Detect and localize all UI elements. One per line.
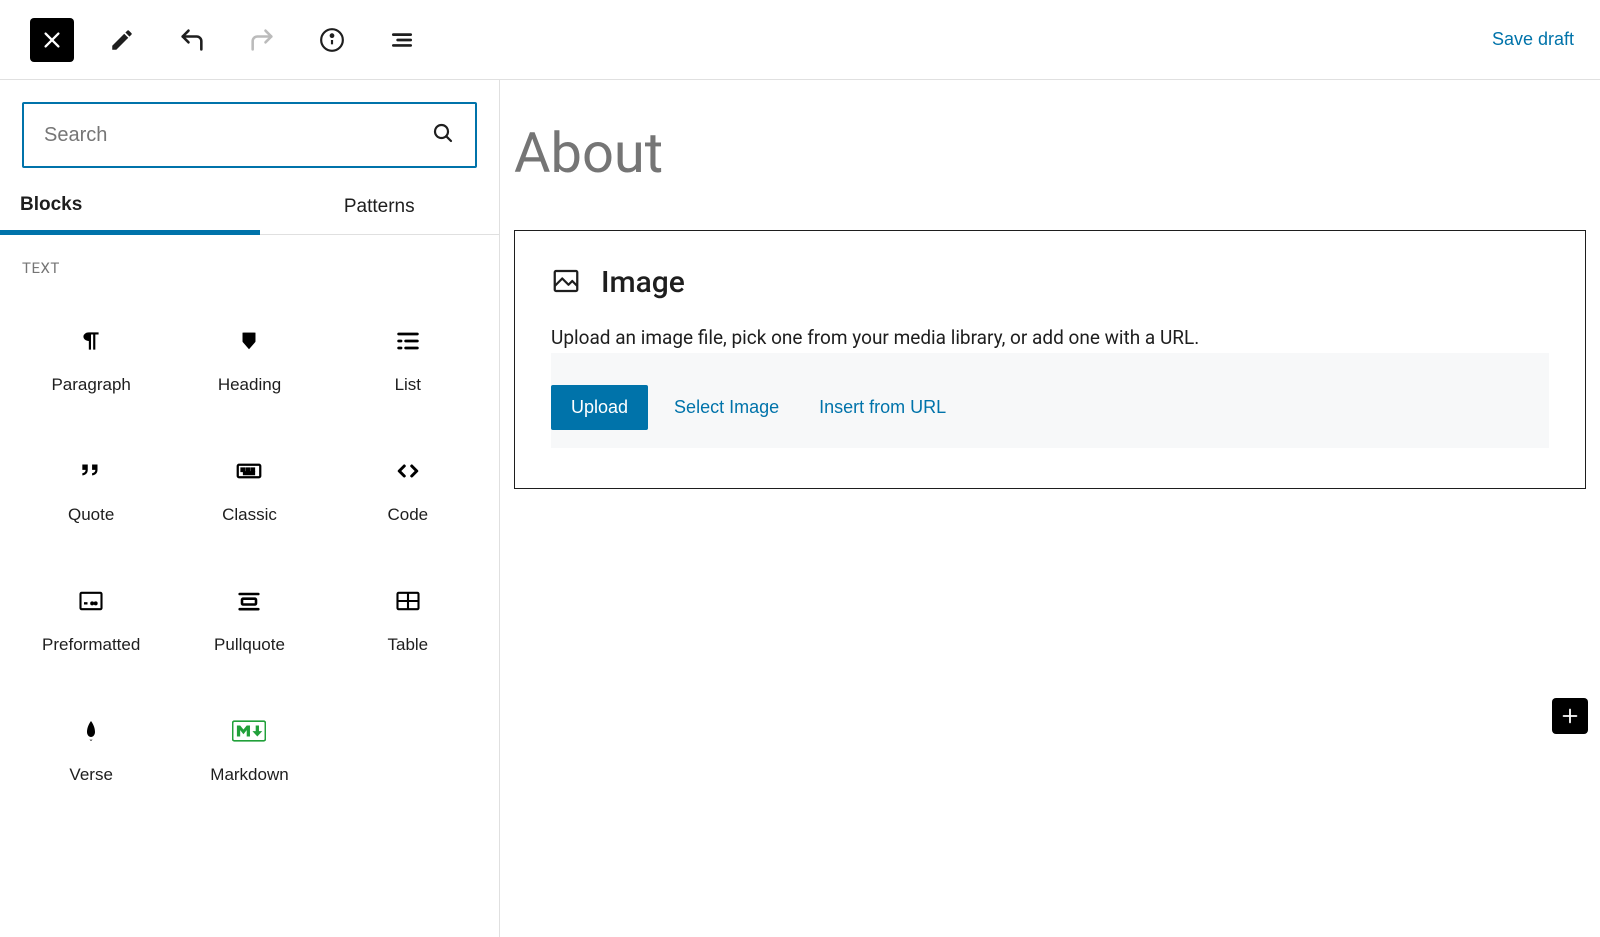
block-label: Code [388,505,429,525]
close-icon [41,29,63,51]
upload-button[interactable]: Upload [551,385,648,430]
select-image-button[interactable]: Select Image [660,385,793,430]
heading-icon [238,325,260,357]
image-icon [551,266,581,300]
add-block-button[interactable] [1552,698,1588,734]
tab-blocks[interactable]: Blocks [0,180,260,235]
block-label: Quote [68,505,114,525]
main-layout: Blocks Patterns TEXT Paragraph Heading [0,80,1600,937]
edit-button[interactable] [100,18,144,62]
undo-icon [178,26,206,54]
search-icon [431,121,455,149]
placeholder-header: Image [551,265,1549,300]
table-icon [394,585,422,617]
list-icon [394,325,422,357]
outline-button[interactable] [380,18,424,62]
block-label: Verse [69,765,112,785]
save-draft-button[interactable]: Save draft [1488,21,1578,58]
classic-icon [234,455,264,487]
plus-icon [1559,705,1581,727]
page-title[interactable]: About [514,120,1586,186]
quote-icon [78,455,104,487]
block-preformatted[interactable]: Preformatted [14,557,168,683]
placeholder-body: Upload an image file, pick one from your… [551,326,1549,448]
undo-button[interactable] [170,18,214,62]
pullquote-icon [235,585,263,617]
placeholder-title: Image [601,265,685,300]
toolbar-left [30,18,424,62]
block-label: Preformatted [42,635,140,655]
inserter-tabs: Blocks Patterns [0,180,499,235]
block-paragraph[interactable]: Paragraph [14,297,168,423]
close-inserter-button[interactable] [30,18,74,62]
search-box[interactable] [22,102,477,168]
code-icon [393,455,423,487]
block-quote[interactable]: Quote [14,427,168,553]
block-label: Paragraph [51,375,130,395]
search-container [0,80,499,180]
block-pullquote[interactable]: Pullquote [172,557,326,683]
block-markdown[interactable]: Markdown [172,687,326,813]
redo-button[interactable] [240,18,284,62]
block-label: List [395,375,421,395]
placeholder-actions: Upload Select Image Insert from URL [551,357,1549,430]
insert-from-url-button[interactable]: Insert from URL [805,385,960,430]
block-inserter-sidebar: Blocks Patterns TEXT Paragraph Heading [0,80,500,937]
block-label: Table [388,635,429,655]
block-list[interactable]: List [331,297,485,423]
placeholder-description: Upload an image file, pick one from your… [551,326,1549,353]
block-verse[interactable]: Verse [14,687,168,813]
block-classic[interactable]: Classic [172,427,326,553]
block-heading[interactable]: Heading [172,297,326,423]
verse-icon [79,715,103,747]
outline-icon [389,27,415,53]
info-icon [319,27,345,53]
info-button[interactable] [310,18,354,62]
redo-icon [248,26,276,54]
block-label: Heading [218,375,281,395]
section-text-heading: TEXT [0,235,499,287]
markdown-icon [232,715,266,747]
paragraph-icon [78,325,104,357]
block-label: Classic [222,505,277,525]
editor-canvas[interactable]: About Image Upload an image file, pick o… [500,80,1600,937]
block-table[interactable]: Table [331,557,485,683]
block-label: Markdown [210,765,288,785]
block-label: Pullquote [214,635,285,655]
blocks-grid: Paragraph Heading List Quote [0,287,499,823]
preformatted-icon [77,585,105,617]
tab-patterns[interactable]: Patterns [260,180,500,235]
block-code[interactable]: Code [331,427,485,553]
top-toolbar: Save draft [0,0,1600,80]
image-placeholder-block[interactable]: Image Upload an image file, pick one fro… [514,230,1586,489]
search-input[interactable] [44,124,431,147]
pencil-icon [109,27,135,53]
